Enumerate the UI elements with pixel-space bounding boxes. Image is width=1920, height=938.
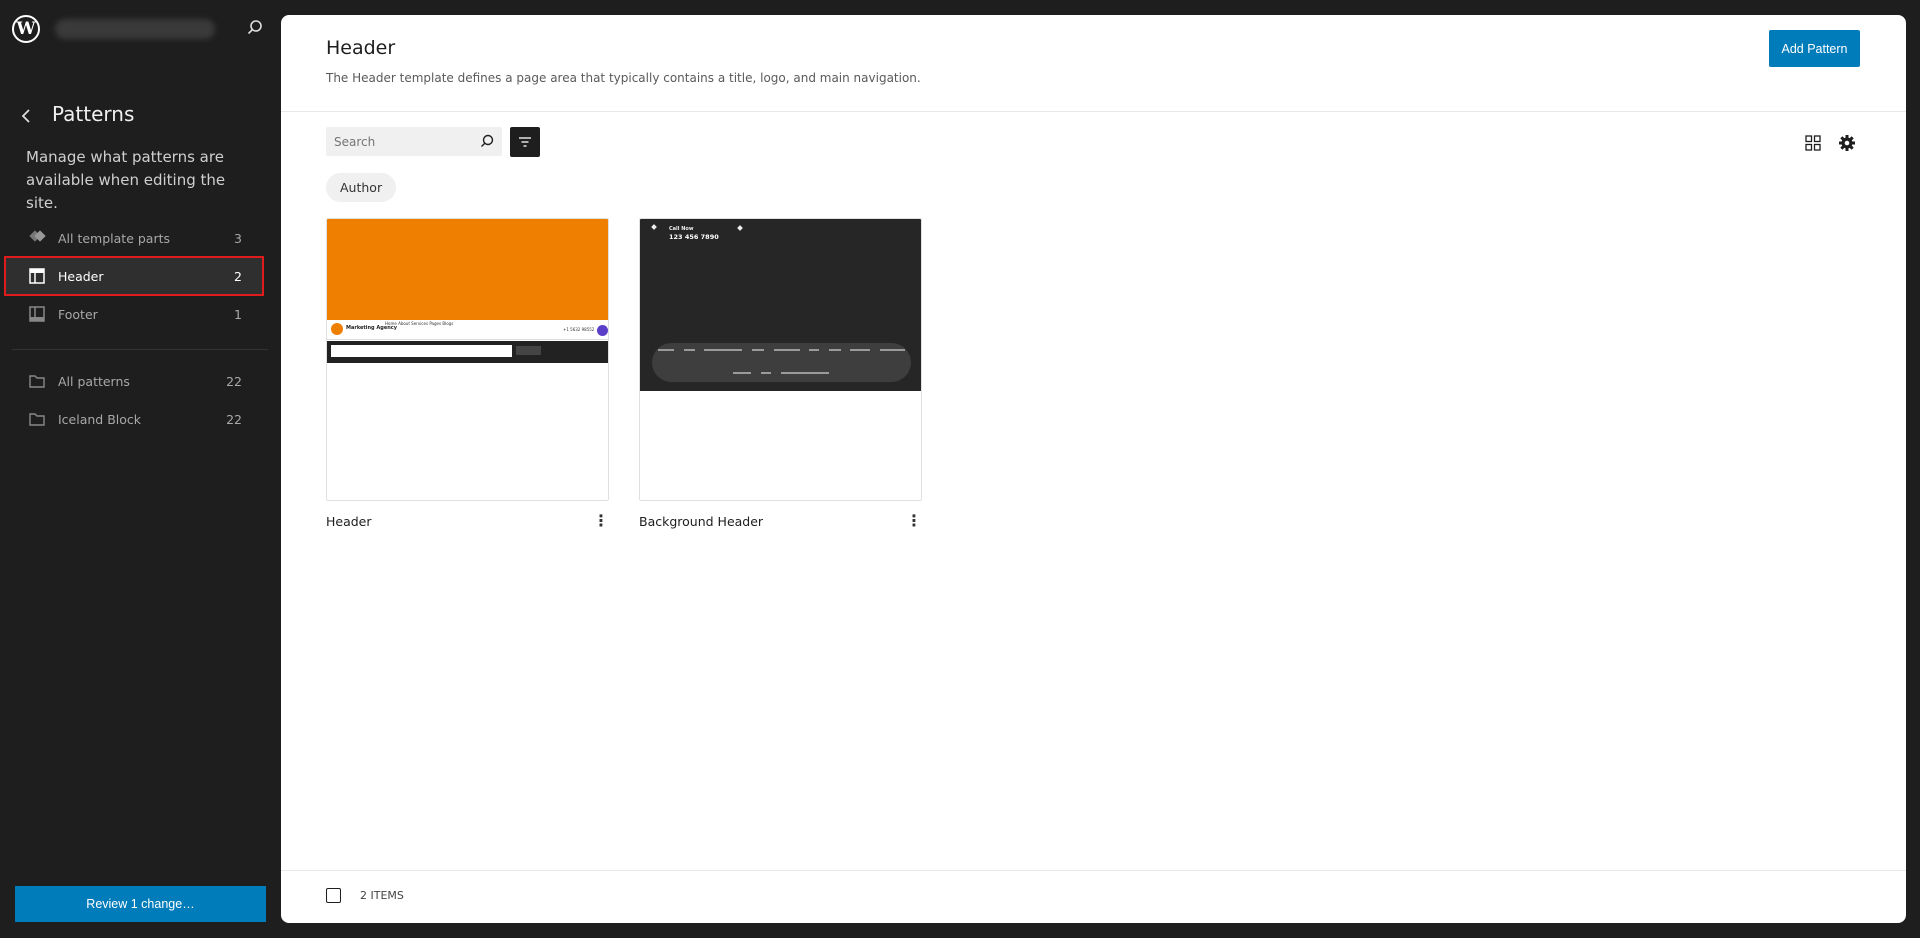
footer-icon xyxy=(28,305,46,323)
sidebar-item-count: 3 xyxy=(234,230,242,246)
template-parts-icon xyxy=(28,229,46,247)
search-input[interactable] xyxy=(334,134,474,149)
footer-divider xyxy=(281,870,1906,871)
header-divider xyxy=(281,111,1906,112)
search-icon[interactable] xyxy=(478,132,496,150)
preview-nav-row xyxy=(658,349,905,352)
preview-search-button xyxy=(516,346,541,355)
header-icon xyxy=(28,267,46,285)
sidebar-divider xyxy=(12,349,268,350)
wordpress-logo-icon[interactable]: W xyxy=(12,15,40,43)
preview-hero-banner xyxy=(327,219,608,320)
sidebar-item-label: Iceland Block xyxy=(58,411,142,427)
search-field xyxy=(326,127,502,156)
pattern-title: Background Header xyxy=(639,513,764,529)
item-count: 2 ITEMS xyxy=(360,889,404,902)
sidebar-description: Manage what patterns are available when … xyxy=(26,148,226,212)
preview-phone-icon xyxy=(597,325,608,336)
sidebar-item-label: Footer xyxy=(58,306,98,322)
preview-call-label: Call Now xyxy=(669,226,694,232)
page-title: Header xyxy=(326,37,396,59)
folder-icon xyxy=(28,410,46,428)
sidebar-item-label: Header xyxy=(58,268,104,284)
sidebar-item-count: 22 xyxy=(226,373,242,389)
site-title-blurred[interactable] xyxy=(55,19,215,39)
author-filter-chip[interactable]: Author xyxy=(326,173,397,202)
review-changes-button[interactable]: Review 1 change… xyxy=(15,886,266,922)
select-all-checkbox[interactable] xyxy=(326,888,341,903)
sidebar-item-all-patterns[interactable]: All patterns 22 xyxy=(6,363,262,399)
sidebar-item-count: 2 xyxy=(234,268,242,284)
pattern-preview[interactable]: Call Now 123 456 7890 xyxy=(639,218,922,501)
pattern-title: Header xyxy=(326,513,372,529)
preview-phone-number: 123 456 7890 xyxy=(669,233,719,241)
sidebar-item-header[interactable]: Header 2 xyxy=(4,256,264,296)
pattern-card[interactable]: Marketing Agency Home About Services Pag… xyxy=(326,218,609,531)
sidebar-item-all-template-parts[interactable]: All template parts 3 xyxy=(6,220,262,256)
main-panel: Header The Header template defines a pag… xyxy=(281,15,1906,923)
sidebar: W Patterns Manage what patterns are avai… xyxy=(0,0,281,938)
grid-view-icon[interactable] xyxy=(1803,133,1823,153)
page-description: The Header template defines a page area … xyxy=(326,71,921,85)
sidebar-title: Patterns xyxy=(52,102,135,126)
sidebar-item-label: All template parts xyxy=(58,230,171,246)
gear-icon[interactable] xyxy=(1837,133,1857,153)
folder-icon xyxy=(28,372,46,390)
filter-icon xyxy=(519,137,531,147)
search-icon[interactable] xyxy=(244,17,266,39)
more-options-icon[interactable]: ⋮ xyxy=(593,513,609,529)
preview-search-input xyxy=(331,345,512,357)
preview-nav-row xyxy=(733,372,829,375)
more-options-icon[interactable]: ⋮ xyxy=(906,513,922,529)
filter-button[interactable] xyxy=(510,127,540,157)
sidebar-item-count: 22 xyxy=(226,411,242,427)
pattern-preview[interactable]: Marketing Agency Home About Services Pag… xyxy=(326,218,609,501)
preview-nav-text: Home About Services Pages Blogs xyxy=(385,321,454,326)
sidebar-item-label: All patterns xyxy=(58,373,130,389)
preview-phone-text: +1 5632 98552 xyxy=(563,327,595,332)
sidebar-item-footer[interactable]: Footer 1 xyxy=(6,296,262,332)
add-pattern-button[interactable]: Add Pattern xyxy=(1769,30,1860,67)
preview-logo-icon xyxy=(331,323,343,335)
back-chevron-icon[interactable] xyxy=(16,104,36,128)
pattern-card[interactable]: Call Now 123 456 7890 Background Header … xyxy=(639,218,922,531)
sidebar-item-iceland-block[interactable]: Iceland Block 22 xyxy=(6,401,262,437)
sidebar-item-count: 1 xyxy=(234,306,242,322)
